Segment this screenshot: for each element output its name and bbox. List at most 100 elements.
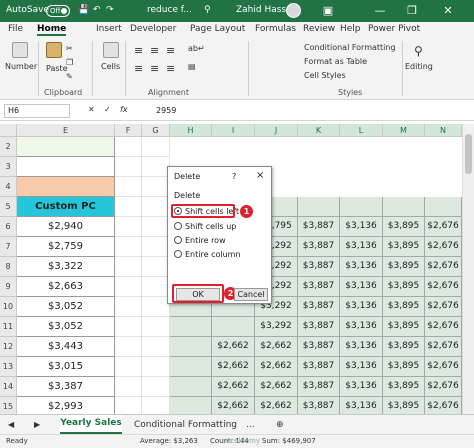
table-cell[interactable]: $3,895: [383, 257, 425, 277]
table-cell[interactable]: [142, 317, 170, 337]
help-icon[interactable]: ?: [232, 172, 236, 181]
wrap-text-icon[interactable]: ab↵: [188, 44, 205, 53]
table-cell[interactable]: [142, 237, 170, 257]
table-cell[interactable]: [170, 317, 212, 337]
table-cell[interactable]: $3,895: [383, 237, 425, 257]
row-header[interactable]: 5: [0, 197, 17, 217]
table-cell[interactable]: [383, 197, 425, 217]
format-as-table-button[interactable]: Format as Table: [304, 57, 367, 66]
table-cell[interactable]: [17, 137, 115, 157]
table-cell[interactable]: $3,895: [383, 217, 425, 237]
table-cell[interactable]: [115, 257, 142, 277]
table-cell[interactable]: $3,887: [298, 257, 340, 277]
format-painter-icon[interactable]: ✎: [66, 72, 73, 81]
table-cell[interactable]: $3,887: [298, 217, 340, 237]
prev-sheet-icon[interactable]: ◀: [8, 420, 14, 429]
table-cell[interactable]: $3,136: [340, 237, 383, 257]
align-top-icon[interactable]: ≡: [134, 44, 143, 57]
search-icon[interactable]: ⚲: [204, 5, 211, 15]
table-cell[interactable]: [142, 337, 170, 357]
table-cell[interactable]: $3,322: [17, 257, 115, 277]
table-cell[interactable]: [142, 277, 170, 297]
tab-review[interactable]: Review: [303, 24, 335, 34]
conditional-formatting-button[interactable]: Conditional Formatting: [304, 43, 396, 52]
table-cell[interactable]: $2,662: [255, 337, 298, 357]
table-cell[interactable]: $2,676: [425, 297, 462, 317]
column-header[interactable]: M: [383, 124, 425, 137]
custom-pc-header[interactable]: Custom PC: [17, 197, 115, 217]
number-format-icon[interactable]: [12, 42, 28, 58]
table-cell[interactable]: [17, 177, 115, 197]
save-icon[interactable]: 💾: [78, 5, 89, 15]
fx-label[interactable]: fx: [120, 105, 128, 114]
table-cell[interactable]: [115, 377, 142, 397]
align-center-icon[interactable]: ≡: [150, 62, 159, 75]
row-header[interactable]: 13: [0, 357, 17, 377]
row-header[interactable]: 4: [0, 177, 17, 197]
table-cell[interactable]: [142, 197, 170, 217]
table-cell[interactable]: [115, 157, 142, 177]
option-shift-cells-up[interactable]: Shift cells up: [174, 222, 236, 231]
select-all-corner[interactable]: [0, 124, 17, 137]
row-header[interactable]: 12: [0, 337, 17, 357]
ribbon-display-icon[interactable]: ▣: [320, 3, 336, 19]
vertical-scrollbar[interactable]: [462, 124, 474, 414]
align-right-icon[interactable]: ≡: [166, 62, 175, 75]
row-header[interactable]: 11: [0, 317, 17, 337]
column-header[interactable]: G: [142, 124, 170, 137]
cell-styles-button[interactable]: Cell Styles: [304, 71, 346, 80]
table-cell[interactable]: [142, 137, 170, 157]
column-header[interactable]: F: [115, 124, 142, 137]
table-cell[interactable]: $3,052: [17, 297, 115, 317]
table-cell[interactable]: [142, 177, 170, 197]
avatar[interactable]: [286, 3, 301, 18]
autosave-toggle[interactable]: Off: [46, 5, 70, 17]
table-cell[interactable]: [212, 317, 255, 337]
table-cell[interactable]: $3,887: [298, 317, 340, 337]
table-cell[interactable]: $3,387: [17, 377, 115, 397]
sheet-tab-yearly-sales[interactable]: Yearly Sales: [60, 415, 122, 434]
paste-button[interactable]: Paste: [46, 64, 68, 73]
table-cell[interactable]: $2,662: [212, 377, 255, 397]
name-box[interactable]: H6: [4, 104, 70, 118]
table-cell[interactable]: $3,895: [383, 317, 425, 337]
row-header[interactable]: 14: [0, 377, 17, 397]
table-cell[interactable]: $3,136: [340, 377, 383, 397]
editing-button[interactable]: Editing: [405, 62, 433, 71]
table-cell[interactable]: $3,136: [340, 277, 383, 297]
row-header[interactable]: 2: [0, 137, 17, 157]
column-header[interactable]: K: [298, 124, 340, 137]
tab-insert[interactable]: Insert: [96, 24, 122, 34]
more-sheets[interactable]: ...: [246, 420, 255, 430]
table-cell[interactable]: $3,887: [298, 337, 340, 357]
column-header[interactable]: J: [255, 124, 298, 137]
table-cell[interactable]: $3,136: [340, 297, 383, 317]
tab-help[interactable]: Help: [340, 24, 361, 34]
formula-input[interactable]: 2959: [156, 106, 176, 115]
tab-home[interactable]: Home: [37, 24, 67, 36]
table-cell[interactable]: $3,136: [340, 257, 383, 277]
copy-icon[interactable]: ❐: [66, 58, 73, 67]
table-cell[interactable]: $3,136: [340, 317, 383, 337]
cancel-button[interactable]: Cancel: [234, 288, 268, 301]
undo-icon[interactable]: ↶: [93, 5, 101, 15]
column-header[interactable]: H: [170, 124, 212, 137]
table-cell[interactable]: $2,676: [425, 377, 462, 397]
paste-icon[interactable]: [46, 42, 62, 58]
align-bottom-icon[interactable]: ≡: [166, 44, 175, 57]
table-cell[interactable]: $2,759: [17, 237, 115, 257]
cells-button[interactable]: Cells: [101, 62, 120, 71]
table-cell[interactable]: $3,887: [298, 277, 340, 297]
table-cell[interactable]: $2,662: [212, 337, 255, 357]
close-dialog-icon[interactable]: ×: [256, 170, 264, 181]
table-cell[interactable]: $2,662: [255, 357, 298, 377]
row-header[interactable]: 8: [0, 257, 17, 277]
minimize-icon[interactable]: —: [372, 3, 388, 19]
sheet-tab-conditional-formatting[interactable]: Conditional Formatting: [134, 420, 237, 430]
table-cell[interactable]: $2,662: [212, 357, 255, 377]
align-middle-icon[interactable]: ≡: [150, 44, 159, 57]
table-cell[interactable]: [142, 357, 170, 377]
table-cell[interactable]: $3,895: [383, 277, 425, 297]
table-cell[interactable]: [170, 337, 212, 357]
table-cell[interactable]: [115, 197, 142, 217]
